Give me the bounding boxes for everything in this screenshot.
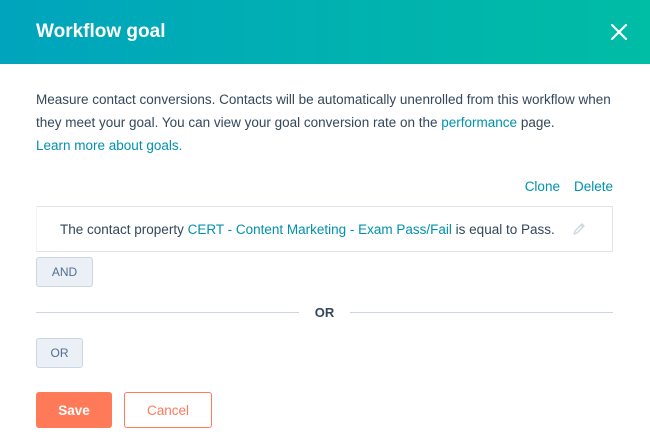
close-button[interactable] (606, 19, 632, 45)
pencil-icon (573, 223, 585, 235)
close-icon (610, 23, 628, 41)
filter-criteria-card[interactable]: The contact property CERT - Content Mark… (36, 206, 613, 252)
criteria-actions: Clone Delete (36, 179, 614, 199)
learn-more-goals-link[interactable]: Learn more about goals. (36, 138, 182, 153)
goal-description: Measure contact conversions. Contacts wi… (36, 88, 614, 157)
and-button[interactable]: AND (36, 257, 93, 287)
performance-link[interactable]: performance (441, 115, 517, 130)
property-link[interactable]: CERT - Content Marketing - Exam Pass/Fai… (188, 222, 452, 237)
filter-suffix: is equal to Pass. (451, 221, 555, 237)
clone-link[interactable]: Clone (525, 179, 560, 199)
or-divider-line-left (36, 312, 299, 313)
cancel-button[interactable]: Cancel (124, 392, 212, 428)
dialog-header: Workflow goal (0, 0, 650, 64)
delete-link[interactable]: Delete (574, 179, 613, 199)
or-button[interactable]: OR (36, 338, 83, 368)
filter-description: The contact property CERT - Content Mark… (60, 222, 555, 237)
dialog-footer: Save Cancel (36, 392, 614, 428)
filter-prefix: The contact property (60, 221, 188, 237)
dialog-body: Measure contact conversions. Contacts wi… (0, 64, 650, 428)
edit-filter-button[interactable] (572, 222, 586, 236)
dialog-title: Workflow goal (36, 21, 166, 42)
or-divider-label: OR (314, 305, 335, 320)
save-button[interactable]: Save (36, 392, 112, 428)
or-divider-line-right (350, 312, 613, 313)
workflow-goal-dialog: Workflow goal Measure contact conversion… (0, 0, 650, 441)
description-text-end: page. (517, 115, 555, 130)
or-divider: OR (36, 305, 613, 320)
